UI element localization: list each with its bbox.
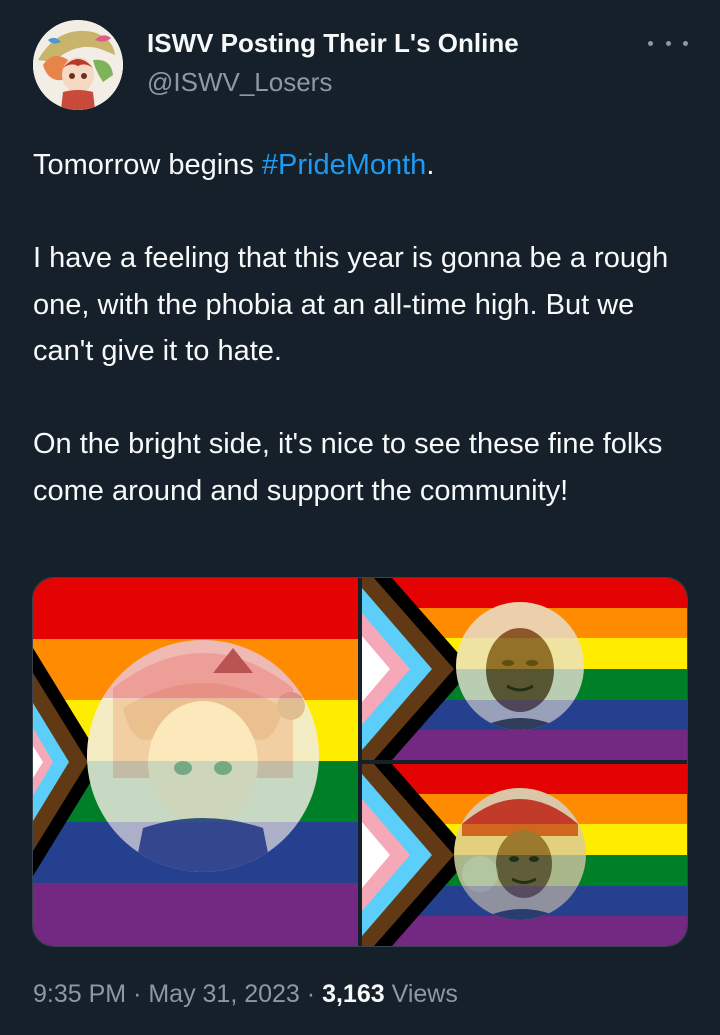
tweet-line-1: Tomorrow begins #PrideMonth.: [33, 142, 683, 189]
views-count: 3,163: [322, 980, 385, 1008]
text-segment: Tomorrow begins: [33, 149, 262, 181]
author-handle[interactable]: @ISWV_Losers: [147, 67, 332, 98]
separator: ·: [306, 980, 316, 1008]
tweet-meta: 9:35 PM · May 31, 2023 · 3,163 Views: [33, 980, 458, 1009]
media-grid[interactable]: [32, 577, 688, 947]
dot: [648, 40, 653, 46]
views-label: Views: [391, 980, 458, 1008]
tweet-time[interactable]: 9:35 PM: [33, 980, 126, 1008]
media-image-top-right[interactable]: [362, 578, 687, 760]
dot: [665, 40, 671, 46]
tweet-paragraph-2: I have a feeling that this year is gonna…: [33, 242, 669, 367]
separator: ·: [133, 980, 142, 1008]
avatar-image: [33, 20, 123, 110]
text-segment: .: [426, 149, 435, 181]
tweet-text: Tomorrow begins #PrideMonth. I have a fe…: [33, 142, 683, 514]
tweet-paragraph-3: On the bright side, it's nice to see the…: [33, 428, 663, 507]
tweet-date[interactable]: May 31, 2023: [148, 980, 300, 1008]
author-display-name[interactable]: ISWV Posting Their L's Online: [147, 28, 519, 59]
hashtag-link[interactable]: #PrideMonth: [262, 149, 426, 181]
dot: [683, 40, 688, 46]
avatar[interactable]: [33, 20, 123, 110]
media-image-left[interactable]: [33, 578, 358, 946]
media-image-bottom-right[interactable]: [362, 764, 687, 946]
more-options-icon[interactable]: [648, 28, 688, 58]
